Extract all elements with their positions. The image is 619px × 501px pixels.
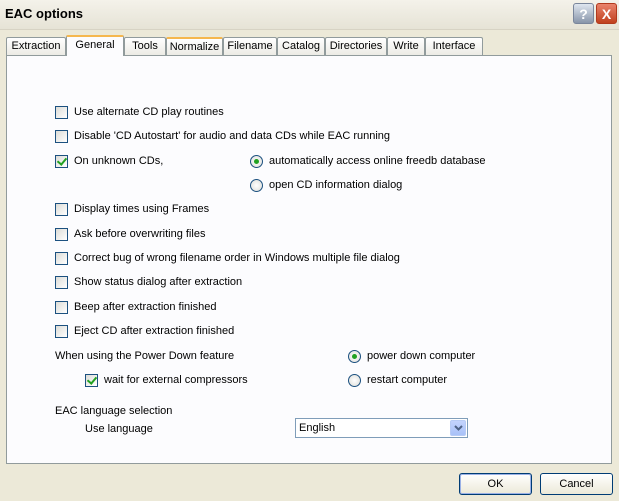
unknown-cds-label: On unknown CDs,	[74, 155, 164, 167]
language-select[interactable]: English	[295, 418, 468, 438]
restart-computer-label: restart computer	[367, 374, 448, 386]
close-button[interactable]: X	[596, 3, 617, 24]
power-down-heading: When using the Power Down feature	[55, 350, 235, 362]
show-status-checkbox[interactable]	[55, 276, 68, 289]
disable-autostart-label: Disable 'CD Autostart' for audio and dat…	[74, 130, 391, 142]
tab-interface[interactable]: Interface	[425, 37, 483, 55]
open-cd-info-radio[interactable]	[250, 179, 263, 192]
eject-checkbox[interactable]	[55, 325, 68, 338]
freedb-auto-label: automatically access online freedb datab…	[269, 155, 486, 167]
beep-label: Beep after extraction finished	[74, 301, 217, 313]
tab-filename[interactable]: Filename	[223, 37, 277, 55]
use-language-label: Use language	[85, 423, 153, 435]
help-button[interactable]: ?	[573, 3, 594, 24]
language-heading: EAC language selection	[55, 405, 173, 417]
alt-cd-play-checkbox[interactable]	[55, 106, 68, 119]
window-title: EAC options	[5, 6, 83, 21]
tab-catalog[interactable]: Catalog	[277, 37, 325, 55]
power-down-computer-label: power down computer	[367, 350, 476, 362]
power-down-computer-radio[interactable]	[348, 350, 361, 363]
eac-options-window: EAC options ? X Extraction General Tools…	[0, 0, 619, 501]
display-frames-label: Display times using Frames	[74, 203, 210, 215]
show-status-label: Show status dialog after extraction	[74, 276, 243, 288]
beep-checkbox[interactable]	[55, 301, 68, 314]
unknown-cds-checkbox[interactable]	[55, 155, 68, 168]
tab-tools[interactable]: Tools	[124, 37, 166, 55]
cancel-button[interactable]: Cancel	[540, 473, 613, 495]
ask-overwrite-checkbox[interactable]	[55, 228, 68, 241]
ask-overwrite-label: Ask before overwriting files	[74, 228, 206, 240]
chevron-down-icon[interactable]	[450, 420, 466, 436]
alt-cd-play-label: Use alternate CD play routines	[74, 106, 224, 118]
freedb-auto-radio[interactable]	[250, 155, 263, 168]
correct-bug-label: Correct bug of wrong filename order in W…	[74, 252, 400, 264]
wait-compressors-checkbox[interactable]	[85, 374, 98, 387]
title-bar: EAC options ? X	[0, 0, 619, 30]
restart-computer-radio[interactable]	[348, 374, 361, 387]
tab-normalize[interactable]: Normalize	[166, 37, 223, 55]
tab-extraction[interactable]: Extraction	[6, 37, 66, 55]
tab-general[interactable]: General	[66, 35, 124, 56]
ok-button[interactable]: OK	[459, 473, 532, 495]
tab-write[interactable]: Write	[387, 37, 425, 55]
display-frames-checkbox[interactable]	[55, 203, 68, 216]
eject-label: Eject CD after extraction finished	[74, 325, 235, 337]
language-select-value: English	[299, 422, 336, 434]
open-cd-info-label: open CD information dialog	[269, 179, 403, 191]
tab-directories[interactable]: Directories	[325, 37, 387, 55]
correct-bug-checkbox[interactable]	[55, 252, 68, 265]
wait-compressors-label: wait for external compressors	[104, 374, 248, 386]
disable-autostart-checkbox[interactable]	[55, 130, 68, 143]
